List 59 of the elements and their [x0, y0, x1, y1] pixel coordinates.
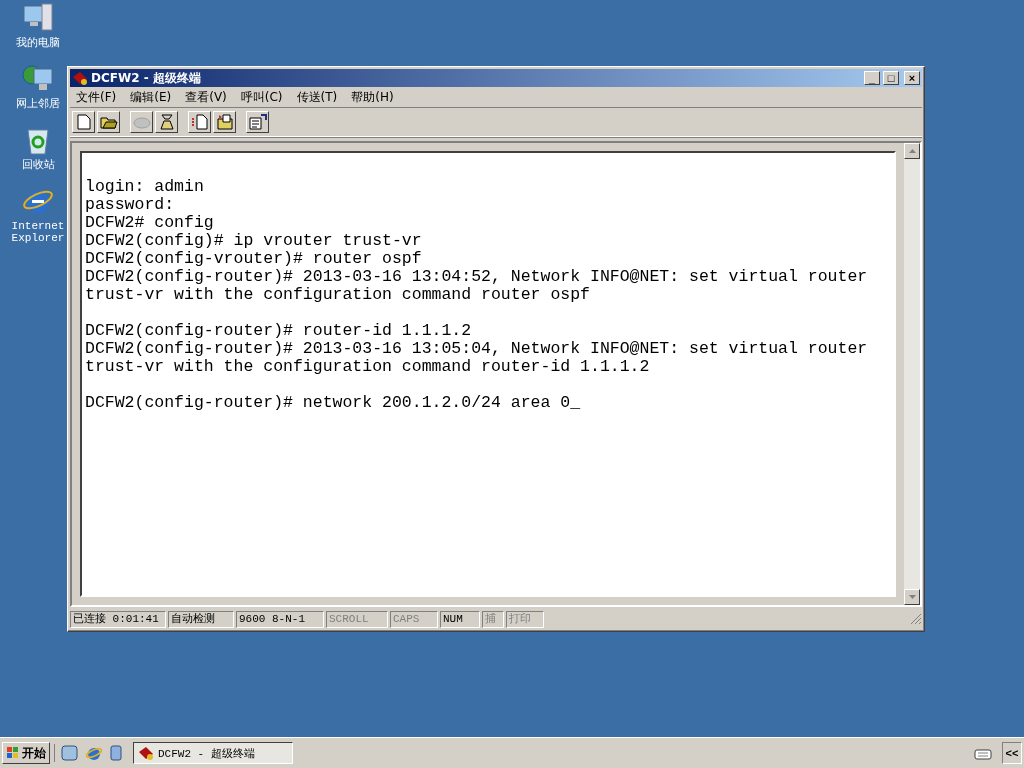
terminal-line: DCFW2(config-router)# router-id 1.1.1.2: [85, 322, 473, 340]
menu-item[interactable]: 文件(F): [76, 88, 117, 106]
maximize-button[interactable]: □: [883, 71, 899, 85]
minimize-button[interactable]: _: [864, 71, 880, 85]
status-field: 自动检测: [168, 610, 234, 628]
menu-item[interactable]: 帮助(H): [351, 88, 394, 106]
toolbar-button[interactable]: [72, 111, 95, 133]
toolbar-button[interactable]: [213, 111, 236, 133]
computer-icon: [22, 2, 54, 34]
properties-icon: [248, 114, 267, 130]
desktop-icon-label[interactable]: 我的电脑: [8, 37, 68, 49]
folder-icon: [99, 115, 118, 129]
status-field: SCROLL: [326, 610, 388, 628]
scroll-down-button[interactable]: [904, 589, 920, 605]
app-icon: [72, 71, 88, 85]
resize-grip-icon[interactable]: [910, 613, 922, 625]
status-field: 捕: [482, 610, 504, 628]
status-field: 打印: [506, 610, 544, 628]
send-file-icon: [190, 114, 209, 130]
menu-item[interactable]: 传送(T): [296, 88, 338, 106]
menu-item[interactable]: 查看(V): [185, 88, 227, 106]
toolbar-button[interactable]: [97, 111, 120, 133]
terminal-line: password:: [85, 196, 176, 214]
scroll-up-button[interactable]: [904, 143, 920, 159]
menu-item[interactable]: 编辑(E): [130, 88, 172, 106]
toolbar-button[interactable]: [155, 111, 178, 133]
up-arrow-icon: [908, 149, 916, 153]
receive-file-icon: [215, 114, 234, 130]
terminal-line: trust-vr with the configuration command router ospf: [85, 286, 591, 304]
terminal-line: DCFW2(config)# ip vrouter trust-vr: [85, 232, 423, 250]
app-icon: [138, 746, 154, 760]
status-field: NUM: [440, 610, 480, 628]
terminal-line: DCFW2# config: [85, 214, 215, 232]
desktop-icon-label[interactable]: 回收站: [8, 159, 68, 171]
desktop-icon-label[interactable]: 网上邻居: [8, 98, 68, 110]
windows-logo-icon: [6, 746, 20, 760]
toolbar-button[interactable]: [246, 111, 269, 133]
new-document-icon: [76, 114, 91, 130]
window-title: DCFW2 - 超级终端: [91, 69, 202, 87]
menu-item[interactable]: 呼叫(C): [240, 88, 283, 106]
start-button[interactable]: 开始: [2, 742, 50, 764]
keyboard-icon[interactable]: [974, 746, 992, 760]
status-field: CAPS: [390, 610, 438, 628]
close-button[interactable]: ×: [904, 71, 920, 85]
desktop-icon-label[interactable]: Internet Explorer: [8, 220, 68, 244]
taskbar-task-button[interactable]: DCFW2 - 超级终端: [133, 742, 293, 764]
tray-expand-button[interactable]: <<: [1002, 742, 1022, 764]
toolbar-button[interactable]: [188, 111, 211, 133]
scrollbar[interactable]: [904, 143, 920, 605]
status-field: 已连接 0:01:41: [70, 610, 166, 628]
terminal-line: DCFW2(config-vrouter)# router ospf: [85, 250, 423, 268]
terminal-line: DCFW2(config-router)# 2013-03-16 13:05:04, Network INFO@NET: set virtual router: [85, 340, 869, 358]
status-field: 9600 8-N-1: [236, 610, 324, 628]
terminal-line: login: admin: [85, 178, 205, 196]
terminal-screen[interactable]: [80, 151, 896, 597]
down-arrow-icon: [908, 595, 916, 599]
terminal-line: DCFW2(config-router)# 2013-03-16 13:04:52, Network INFO@NET: set virtual router: [85, 268, 869, 286]
terminal-line: DCFW2(config-router)# network 200.1.2.0/24 area 0_: [85, 394, 582, 412]
terminal-line: trust-vr with the configuration command router-id 1.1.1.2: [85, 358, 651, 376]
